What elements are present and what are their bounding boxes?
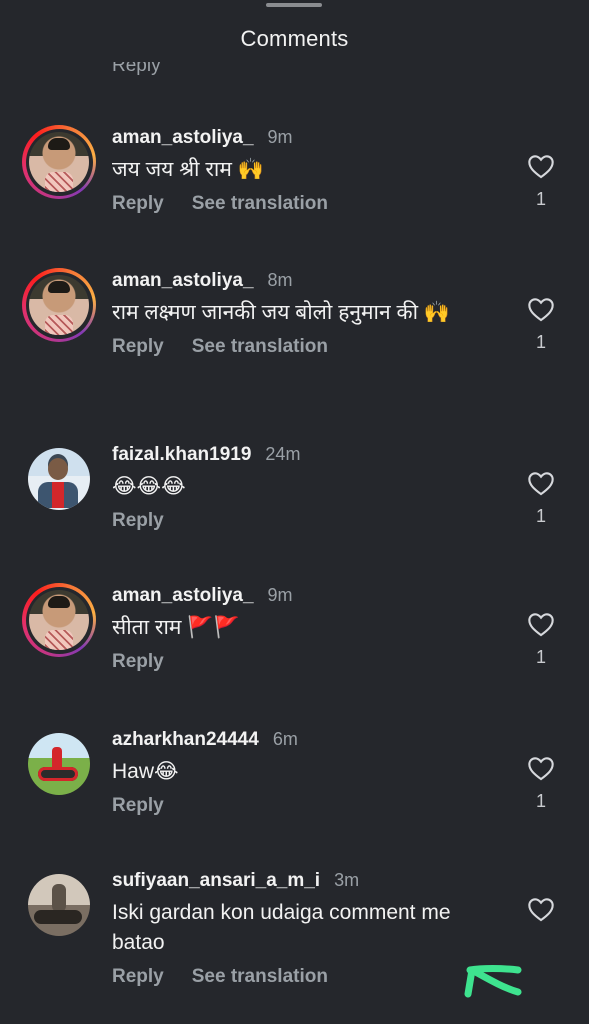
comment-text: Iski gardan kon udaiga comment me batao (112, 901, 451, 954)
like-button[interactable]: 1 (522, 755, 560, 812)
heart-outline-icon (528, 613, 554, 637)
comment-username[interactable]: azharkhan24444 (112, 729, 259, 751)
avatar[interactable] (22, 868, 96, 942)
see-translation-button[interactable]: See translation (192, 336, 328, 358)
heart-outline-icon (528, 155, 554, 179)
reply-button[interactable]: Reply (112, 651, 164, 673)
comment-text: सीता राम 🚩🚩 (112, 616, 240, 639)
like-count: 1 (535, 189, 546, 209)
like-count: 1 (535, 647, 546, 667)
comment-text: Haw😂 (112, 760, 179, 783)
heart-outline-icon (528, 757, 554, 781)
like-button[interactable]: 1 (522, 296, 560, 353)
comment-time: 9m (267, 585, 293, 605)
comment-text: जय जय श्री राम 🙌 (112, 158, 264, 181)
comments-sheet: Comments Reply aman_astoliya_ 9m जय जय श… (0, 0, 589, 1024)
see-translation-button[interactable]: See translation (192, 193, 328, 215)
like-button[interactable]: 1 (522, 470, 560, 527)
reply-button[interactable]: Reply (112, 966, 164, 988)
reply-button[interactable]: Reply (112, 336, 164, 358)
reply-button[interactable]: Reply (112, 510, 164, 532)
like-button[interactable]: 1 (522, 611, 560, 668)
avatar[interactable] (22, 442, 96, 516)
partial-reply-link[interactable]: Reply (112, 62, 161, 78)
hand-drawn-arrow-icon (464, 965, 522, 998)
comment-time: 3m (334, 870, 360, 890)
avatar[interactable] (22, 727, 96, 801)
like-button[interactable] (522, 896, 560, 932)
drag-handle[interactable] (266, 3, 322, 7)
comment-username[interactable]: sufiyaan_ansari_a_m_i (112, 870, 320, 892)
comment-username[interactable]: aman_astoliya_ (112, 270, 254, 292)
like-button[interactable]: 1 (522, 153, 560, 210)
heart-outline-icon (528, 298, 554, 322)
avatar[interactable] (22, 125, 96, 199)
comment-time: 9m (267, 127, 293, 147)
comment-time: 8m (267, 270, 293, 290)
comment-text: 😂😂😂 (112, 475, 186, 498)
heart-outline-icon (528, 472, 554, 496)
like-count: 1 (535, 332, 546, 352)
sheet-title: Comments (240, 26, 349, 51)
like-count: 1 (535, 791, 546, 811)
heart-outline-icon (528, 898, 554, 922)
avatar[interactable] (22, 268, 96, 342)
comment-time: 24m (265, 444, 301, 464)
comment-username[interactable]: aman_astoliya_ (112, 585, 254, 607)
avatar[interactable] (22, 583, 96, 657)
comment-username[interactable]: faizal.khan1919 (112, 444, 251, 466)
comment-text: राम लक्ष्मण जानकी जय बोलो हनुमान की 🙌 (112, 301, 451, 324)
see-translation-button[interactable]: See translation (192, 966, 328, 988)
reply-button[interactable]: Reply (112, 795, 164, 817)
like-count: 1 (535, 506, 546, 526)
comment-username[interactable]: aman_astoliya_ (112, 127, 254, 149)
comment-time: 6m (272, 729, 298, 749)
reply-button[interactable]: Reply (112, 193, 164, 215)
